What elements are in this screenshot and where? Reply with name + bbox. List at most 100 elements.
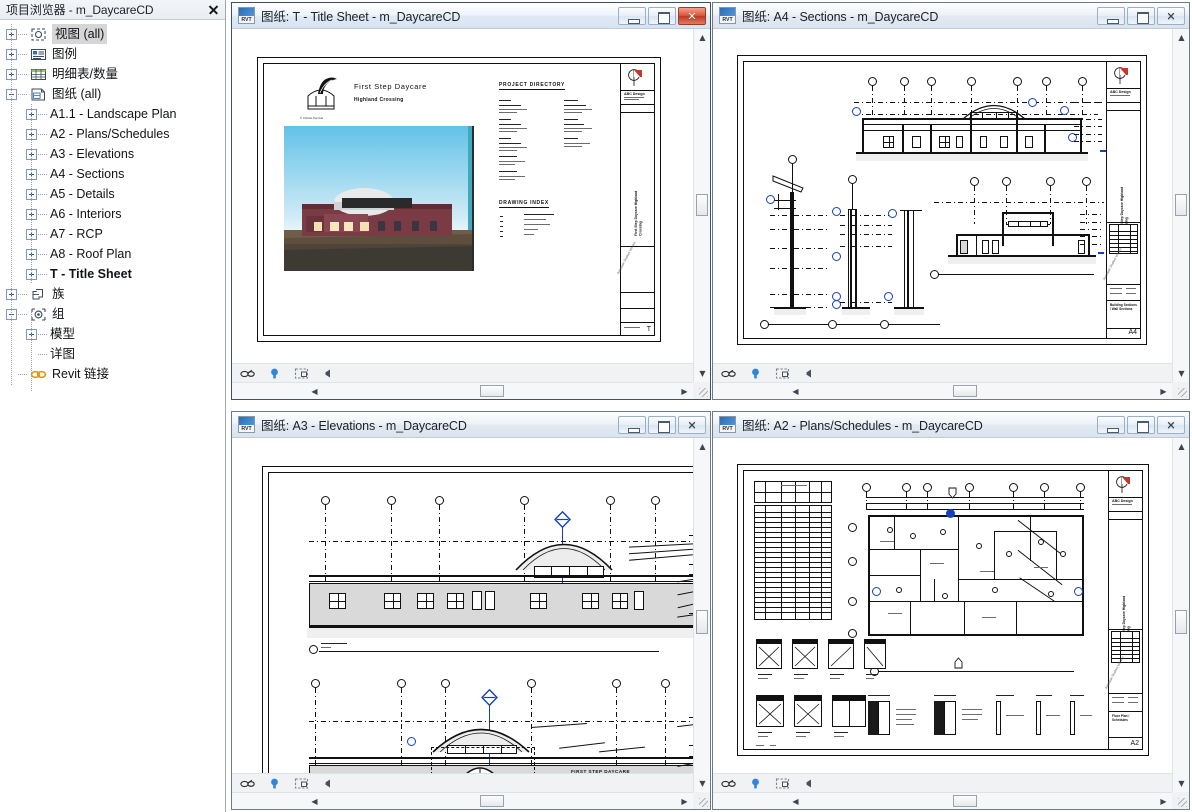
visual-style-icon[interactable] <box>240 776 255 791</box>
tree-item-14[interactable]: 组 <box>0 304 225 324</box>
tree-item-17[interactable]: Revit 链接 <box>0 364 225 384</box>
minimize-button[interactable] <box>618 6 646 25</box>
sheet-window-a4-sections[interactable]: 图纸: A4 - Sections - m_DaycareCD <box>712 2 1190 400</box>
visual-style-icon[interactable] <box>721 776 736 791</box>
vertical-scroll-thumb[interactable] <box>1175 610 1187 634</box>
scroll-right-button[interactable]: ▶ <box>676 793 693 809</box>
hide-reveal-icon[interactable] <box>802 776 817 791</box>
horizontal-scroll-thumb[interactable] <box>953 385 977 397</box>
horizontal-scroll-thumb[interactable] <box>480 385 504 397</box>
tree-item-15[interactable]: 模型 <box>0 324 225 344</box>
tree-item-3[interactable]: 图纸 (all) <box>0 84 225 104</box>
minimize-button[interactable] <box>1097 415 1125 434</box>
crop-region-icon[interactable] <box>294 776 309 791</box>
tree-item-16[interactable]: 详图 <box>0 344 225 364</box>
resize-grip[interactable] <box>1172 792 1189 809</box>
visual-style-icon[interactable] <box>240 366 255 381</box>
horizontal-scroll-thumb[interactable] <box>953 795 977 807</box>
scroll-right-button[interactable]: ▶ <box>1155 383 1172 399</box>
hide-reveal-icon[interactable] <box>802 366 817 381</box>
minimize-button[interactable] <box>1097 6 1125 25</box>
crop-region-icon[interactable] <box>294 366 309 381</box>
scroll-right-button[interactable]: ▶ <box>1155 793 1172 809</box>
close-button[interactable] <box>678 6 706 25</box>
drawing-canvas[interactable]: FIRST STEP DAYCARE <box>232 438 693 792</box>
maximize-button[interactable] <box>1127 415 1155 434</box>
visual-style-icon[interactable] <box>721 366 736 381</box>
scroll-down-button[interactable]: ▼ <box>1173 775 1189 792</box>
close-button[interactable] <box>678 415 706 434</box>
tree-item-0[interactable]: 视图 (all) <box>0 24 225 44</box>
view-control-bar[interactable] <box>713 773 1172 792</box>
scroll-down-button[interactable]: ▼ <box>694 775 710 792</box>
minimize-button[interactable] <box>618 415 646 434</box>
crop-region-icon[interactable] <box>775 366 790 381</box>
scroll-right-button[interactable]: ▶ <box>676 383 693 399</box>
sun-path-icon[interactable] <box>748 776 763 791</box>
close-button[interactable] <box>1157 6 1185 25</box>
sun-path-icon[interactable] <box>267 366 282 381</box>
tree-item-13[interactable]: 族 <box>0 284 225 304</box>
horizontal-scrollbar[interactable]: ◀ ▶ <box>232 382 693 399</box>
vertical-scroll-thumb[interactable] <box>696 610 708 634</box>
resize-grip[interactable] <box>693 382 710 399</box>
vertical-scrollbar[interactable]: ▲ ▼ <box>693 29 710 382</box>
scroll-left-button[interactable]: ◀ <box>787 383 804 399</box>
tree-item-10[interactable]: A7 - RCP <box>0 224 225 244</box>
tree-item-5[interactable]: A2 - Plans/Schedules <box>0 124 225 144</box>
horizontal-scrollbar[interactable]: ◀ ▶ <box>713 382 1172 399</box>
vertical-scroll-thumb[interactable] <box>1175 194 1187 216</box>
scroll-down-button[interactable]: ▼ <box>694 365 710 382</box>
window-titlebar[interactable]: 图纸: A4 - Sections - m_DaycareCD <box>713 3 1189 29</box>
maximize-button[interactable] <box>648 6 676 25</box>
horizontal-scroll-thumb[interactable] <box>480 795 504 807</box>
maximize-button[interactable] <box>1127 6 1155 25</box>
tree-item-6[interactable]: A3 - Elevations <box>0 144 225 164</box>
view-control-bar[interactable] <box>713 363 1172 382</box>
sun-path-icon[interactable] <box>267 776 282 791</box>
scroll-up-button[interactable]: ▲ <box>694 29 710 46</box>
project-browser-tree[interactable]: 视图 (all) 图例 明细表/数量 图纸 (all) A1.1 - Landscape… <box>0 20 225 810</box>
vertical-scroll-thumb[interactable] <box>696 194 708 216</box>
view-control-bar[interactable] <box>232 363 693 382</box>
vertical-scrollbar[interactable]: ▲ ▼ <box>693 438 710 792</box>
tree-item-9[interactable]: A6 - Interiors <box>0 204 225 224</box>
tree-item-7[interactable]: A4 - Sections <box>0 164 225 184</box>
horizontal-scrollbar[interactable]: ◀ ▶ <box>713 792 1172 809</box>
view-control-bar[interactable] <box>232 773 693 792</box>
tree-item-4[interactable]: A1.1 - Landscape Plan <box>0 104 225 124</box>
scroll-up-button[interactable]: ▲ <box>1173 438 1189 455</box>
sheet-window-a2-plans[interactable]: 图纸: A2 - Plans/Schedules - m_DaycareCD <box>712 411 1190 810</box>
scroll-left-button[interactable]: ◀ <box>787 793 804 809</box>
window-titlebar[interactable]: 图纸: A2 - Plans/Schedules - m_DaycareCD <box>713 412 1189 438</box>
tree-item-12[interactable]: T - Title Sheet <box>0 264 225 284</box>
close-button[interactable] <box>1157 415 1185 434</box>
maximize-button[interactable] <box>648 415 676 434</box>
vertical-scrollbar[interactable]: ▲ ▼ <box>1172 438 1189 792</box>
drawing-canvas[interactable]: ABC Design First Step Daycare Highland C… <box>232 29 693 382</box>
close-icon[interactable] <box>205 2 221 18</box>
sun-path-icon[interactable] <box>748 366 763 381</box>
horizontal-scrollbar[interactable]: ◀ ▶ <box>232 792 693 809</box>
drawing-canvas[interactable]: ABC Design First Step Daycare Highland C… <box>713 29 1172 382</box>
drawing-canvas[interactable]: ABC Design First Step Daycare Highland C… <box>713 438 1172 792</box>
hide-reveal-icon[interactable] <box>321 366 336 381</box>
scroll-up-button[interactable]: ▲ <box>694 438 710 455</box>
hide-reveal-icon[interactable] <box>321 776 336 791</box>
window-titlebar[interactable]: 图纸: T - Title Sheet - m_DaycareCD <box>232 3 710 29</box>
window-titlebar[interactable]: 图纸: A3 - Elevations - m_DaycareCD <box>232 412 710 438</box>
scroll-down-button[interactable]: ▼ <box>1173 365 1189 382</box>
tree-item-8[interactable]: A5 - Details <box>0 184 225 204</box>
scroll-up-button[interactable]: ▲ <box>1173 29 1189 46</box>
tree-item-1[interactable]: 图例 <box>0 44 225 64</box>
crop-region-icon[interactable] <box>775 776 790 791</box>
sheet-window-a3-elevations[interactable]: 图纸: A3 - Elevations - m_DaycareCD <box>231 411 711 810</box>
resize-grip[interactable] <box>1172 382 1189 399</box>
tree-item-11[interactable]: A8 - Roof Plan <box>0 244 225 264</box>
vertical-scrollbar[interactable]: ▲ ▼ <box>1172 29 1189 382</box>
tree-item-2[interactable]: 明细表/数量 <box>0 64 225 84</box>
scroll-left-button[interactable]: ◀ <box>306 793 323 809</box>
resize-grip[interactable] <box>693 792 710 809</box>
scroll-left-button[interactable]: ◀ <box>306 383 323 399</box>
sheet-window-title-sheet[interactable]: 图纸: T - Title Sheet - m_DaycareCD <box>231 2 711 400</box>
